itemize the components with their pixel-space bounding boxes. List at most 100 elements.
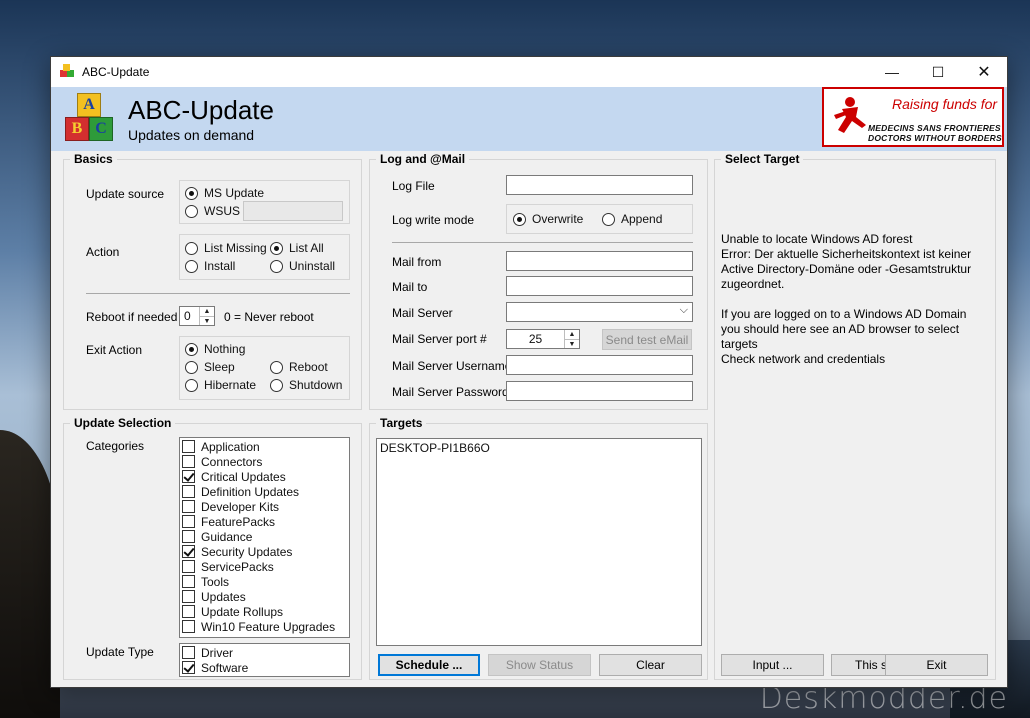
mail-from-label: Mail from [392, 255, 442, 269]
radio-list-missing[interactable]: List Missing [185, 241, 267, 255]
show-status-button[interactable]: Show Status [488, 654, 591, 676]
checkbox[interactable] [182, 515, 195, 528]
radio-list-all[interactable]: List All [270, 241, 324, 255]
spin-up-icon[interactable]: ▲ [200, 307, 214, 317]
window-title: ABC-Update [82, 65, 150, 79]
category-label: Security Updates [201, 544, 293, 559]
basics-title: Basics [70, 152, 117, 166]
checkbox[interactable] [182, 470, 195, 483]
radio-label: Uninstall [289, 259, 336, 273]
category-developer-kits[interactable]: Developer Kits [182, 499, 347, 514]
mail-to-input[interactable] [506, 276, 693, 296]
targets-list[interactable]: DESKTOP-PI1B66O [376, 438, 702, 646]
exit-button[interactable]: Exit [885, 654, 988, 676]
radio-dot [185, 378, 198, 392]
radio-dot [185, 204, 198, 218]
spinner-arrows[interactable]: ▲ ▼ [564, 330, 579, 348]
spin-down-icon[interactable]: ▼ [200, 317, 214, 326]
wsus-server-input[interactable] [243, 201, 343, 221]
radio-reboot[interactable]: Reboot [270, 360, 328, 374]
spin-up-icon[interactable]: ▲ [565, 330, 579, 340]
radio-dot [270, 259, 283, 273]
checkbox[interactable] [182, 530, 195, 543]
radio-wsus[interactable]: WSUS [185, 204, 240, 218]
reboot-value: 0 [184, 309, 191, 323]
category-featurepacks[interactable]: FeaturePacks [182, 514, 347, 529]
radio-ms-update[interactable]: MS Update [185, 186, 264, 200]
update-type-software[interactable]: Software [182, 660, 347, 675]
category-guidance[interactable]: Guidance [182, 529, 347, 544]
checkbox[interactable] [182, 560, 195, 573]
radio-label: WSUS [204, 204, 240, 218]
reboot-spinner[interactable]: 0 ▲ ▼ [179, 306, 215, 326]
radio-label: List Missing [204, 241, 267, 255]
checkbox[interactable] [182, 646, 195, 659]
radio-label: Nothing [204, 342, 246, 356]
checkbox[interactable] [182, 620, 195, 633]
radio-install[interactable]: Install [185, 259, 235, 273]
category-tools[interactable]: Tools [182, 574, 347, 589]
radio-dot [185, 259, 198, 273]
log-file-input[interactable] [506, 175, 693, 195]
checkbox[interactable] [182, 500, 195, 513]
radio-overwrite[interactable]: Overwrite [513, 212, 583, 226]
log-write-mode-label: Log write mode [392, 213, 475, 227]
category-label: Definition Updates [201, 484, 300, 499]
update-type-driver[interactable]: Driver [182, 645, 347, 660]
msf-banner[interactable]: Raising funds for MEDECINS SANS FRONTIER… [822, 87, 1004, 147]
checkbox[interactable] [182, 485, 195, 498]
checkbox[interactable] [182, 590, 195, 603]
action-box: List Missing List All Install Uninstall [179, 234, 350, 280]
mail-password-input[interactable] [506, 381, 693, 401]
category-servicepacks[interactable]: ServicePacks [182, 559, 347, 574]
radio-hibernate[interactable]: Hibernate [185, 378, 256, 392]
category-security-updates[interactable]: Security Updates [182, 544, 347, 559]
update-type-label-item: Software [201, 660, 249, 675]
app-name: ABC-Update [128, 95, 274, 125]
radio-uninstall[interactable]: Uninstall [270, 259, 335, 273]
radio-label: Install [204, 259, 236, 273]
minimize-button[interactable]: — [869, 57, 915, 87]
close-button[interactable]: ✕ [961, 57, 1007, 87]
category-application[interactable]: Application [182, 439, 347, 454]
msf-raising-text: Raising funds for [892, 96, 998, 112]
schedule-button[interactable]: Schedule ... [378, 654, 480, 676]
radio-label: List All [289, 241, 324, 255]
mail-port-value: 25 [528, 332, 543, 346]
checkbox[interactable] [182, 605, 195, 618]
input-button[interactable]: Input ... [721, 654, 824, 676]
send-test-email-button[interactable]: Send test eMail [602, 329, 692, 350]
radio-nothing[interactable]: Nothing [185, 342, 245, 356]
target-message-line: Error: Der aktuelle Sicherheitskontext i… [721, 247, 972, 291]
checkbox[interactable] [182, 440, 195, 453]
category-update-rollups[interactable]: Update Rollups [182, 604, 347, 619]
category-updates[interactable]: Updates [182, 589, 347, 604]
mail-from-input[interactable] [506, 251, 693, 271]
category-definition-updates[interactable]: Definition Updates [182, 484, 347, 499]
checkbox[interactable] [182, 545, 195, 558]
checkbox[interactable] [182, 455, 195, 468]
category-win10-feature-upgrades[interactable]: Win10 Feature Upgrades [182, 619, 347, 634]
radio-sleep[interactable]: Sleep [185, 360, 235, 374]
radio-label: Reboot [289, 360, 328, 374]
category-label: Connectors [201, 454, 263, 469]
app-header: A B C ABC-Update Updates on demand Raisi… [51, 87, 1007, 151]
category-connectors[interactable]: Connectors [182, 454, 347, 469]
title-bar[interactable]: ABC-Update — ☐ ✕ [51, 57, 1007, 87]
spinner-arrows[interactable]: ▲ ▼ [199, 307, 214, 325]
radio-dot [270, 360, 283, 374]
clear-button[interactable]: Clear [599, 654, 702, 676]
checkbox[interactable] [182, 661, 195, 674]
checkbox[interactable] [182, 575, 195, 588]
radio-append[interactable]: Append [602, 212, 662, 226]
spin-down-icon[interactable]: ▼ [565, 340, 579, 349]
maximize-button[interactable]: ☐ [915, 57, 961, 87]
mail-port-spinner[interactable]: 25 ▲ ▼ [506, 329, 580, 349]
target-item[interactable]: DESKTOP-PI1B66O [380, 441, 698, 455]
mail-username-input[interactable] [506, 355, 693, 375]
category-label: Critical Updates [201, 469, 286, 484]
category-critical-updates[interactable]: Critical Updates [182, 469, 347, 484]
mail-password-label: Mail Server Password [392, 385, 509, 399]
mail-server-select[interactable]: ⌵ [506, 302, 693, 322]
radio-shutdown[interactable]: Shutdown [270, 378, 342, 392]
